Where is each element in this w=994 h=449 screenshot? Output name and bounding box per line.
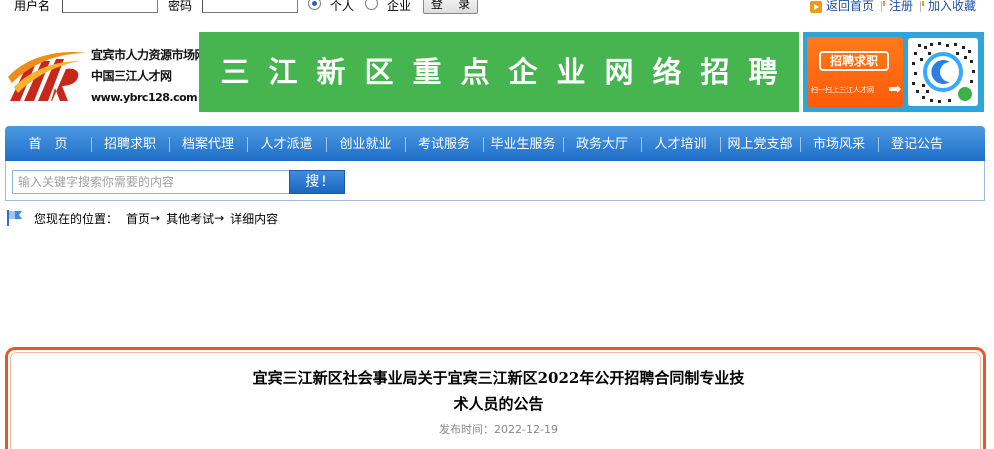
article-title: 宜宾三江新区社会事业局关于宜宾三江新区2022年公开招聘合同制专业技 术人员的公… xyxy=(11,365,986,417)
logo-mark-icon xyxy=(8,52,86,101)
article-date-label: 发布时间： xyxy=(439,423,495,436)
qr-code-icon xyxy=(908,38,978,106)
add-favorite-link[interactable]: 加入收藏 xyxy=(928,0,976,14)
breadcrumb-section-link[interactable]: 其他考试 xyxy=(166,210,214,227)
nav-item-home[interactable]: 首 页 xyxy=(5,126,91,161)
password-label: 密码 xyxy=(168,0,193,13)
divider xyxy=(919,1,924,12)
article-inner: 宜宾三江新区社会事业局关于宜宾三江新区2022年公开招聘合同制专业技 术人员的公… xyxy=(10,352,981,449)
nav-item-graduate[interactable]: 毕业生服务 xyxy=(483,126,563,161)
radio-company[interactable] xyxy=(365,0,378,10)
nav-item-recruit[interactable]: 招聘求职 xyxy=(91,126,169,161)
breadcrumb: 您现在的位置： 首页 → 其他考试 → 详细内容 xyxy=(6,209,278,227)
article-title-line-2: 术人员的公告 xyxy=(453,395,544,413)
promo-caption: 扫一扫上三江人才网 xyxy=(811,86,874,94)
logo-line-1: 宜宾市人力资源市场网 xyxy=(91,48,207,62)
breadcrumb-prefix: 您现在的位置： xyxy=(34,211,119,226)
breadcrumb-arrow: → xyxy=(214,211,225,225)
article-panel: 宜宾三江新区社会事业局关于宜宾三江新区2022年公开招聘合同制专业技 术人员的公… xyxy=(5,347,986,449)
nav-item-startup[interactable]: 创业就业 xyxy=(326,126,405,161)
nav-item-archive[interactable]: 档案代理 xyxy=(169,126,247,161)
article-date-value: 2022-12-19 xyxy=(494,423,558,436)
nav-item-notice[interactable]: 登记公告 xyxy=(878,126,956,161)
breadcrumb-home-link[interactable]: 首页 xyxy=(126,210,150,227)
search-bar: 搜! xyxy=(5,161,985,201)
radio-company-label: 企业 xyxy=(387,0,412,13)
username-input[interactable] xyxy=(62,0,158,13)
nav-item-dispatch[interactable]: 人才派遣 xyxy=(247,126,326,161)
article-date: 发布时间：2022-12-19 xyxy=(11,421,986,437)
username-label: 用户名 xyxy=(14,0,51,13)
nav-item-government[interactable]: 政务大厅 xyxy=(563,126,641,161)
promo-label: 招聘求职 xyxy=(819,51,889,71)
password-input[interactable] xyxy=(202,0,298,13)
top-links: 返回首页 注册 加入收藏 xyxy=(809,0,976,14)
site-logo[interactable]: 宜宾市人力资源市场网 中国三江人才网 www.ybrc128.com xyxy=(6,41,207,113)
login-bar: 用户名 密码 个人 企业 登 录 返回首页 注册 加入收藏 xyxy=(0,0,994,16)
flag-icon xyxy=(7,210,22,226)
promo-card: 招聘求职 扫一扫上三江人才网 xyxy=(807,37,903,107)
divider xyxy=(880,1,885,12)
breadcrumb-arrow: → xyxy=(150,211,161,225)
home-icon xyxy=(809,0,822,13)
nav-item-training[interactable]: 人才培训 xyxy=(641,126,720,161)
logo-line-3: www.ybrc128.com xyxy=(91,91,198,104)
nav-item-market[interactable]: 市场风采 xyxy=(800,126,878,161)
search-button[interactable]: 搜! xyxy=(289,170,345,194)
breadcrumb-current: 详细内容 xyxy=(230,211,279,226)
logo-text: 宜宾市人力资源市场网 中国三江人才网 www.ybrc128.com xyxy=(91,45,207,108)
header-banner[interactable]: 三江新区重点企业网络招聘专区 xyxy=(199,32,799,169)
search-input[interactable] xyxy=(12,170,290,194)
main-nav: 首 页 招聘求职 档案代理 人才派遣 创业就业 考试服务 毕业生服务 政务大厅 … xyxy=(5,126,985,161)
hand-pointer-icon xyxy=(889,85,901,93)
back-home-link[interactable]: 返回首页 xyxy=(826,0,874,14)
promo-qr-box[interactable]: 招聘求职 扫一扫上三江人才网 xyxy=(803,32,984,112)
logo-line-2: 中国三江人才网 xyxy=(91,69,172,83)
article-title-line-1: 宜宾三江新区社会事业局关于宜宾三江新区2022年公开招聘合同制专业技 xyxy=(252,369,745,387)
radio-personal-label: 个人 xyxy=(330,0,355,13)
site-header: 宜宾市人力资源市场网 中国三江人才网 www.ybrc128.com 三江新区重… xyxy=(0,26,994,169)
login-button[interactable]: 登 录 xyxy=(423,0,478,14)
nav-item-exam[interactable]: 考试服务 xyxy=(405,126,483,161)
nav-item-party[interactable]: 网上党支部 xyxy=(720,126,800,161)
register-link[interactable]: 注册 xyxy=(889,0,913,14)
radio-personal[interactable] xyxy=(308,0,321,10)
